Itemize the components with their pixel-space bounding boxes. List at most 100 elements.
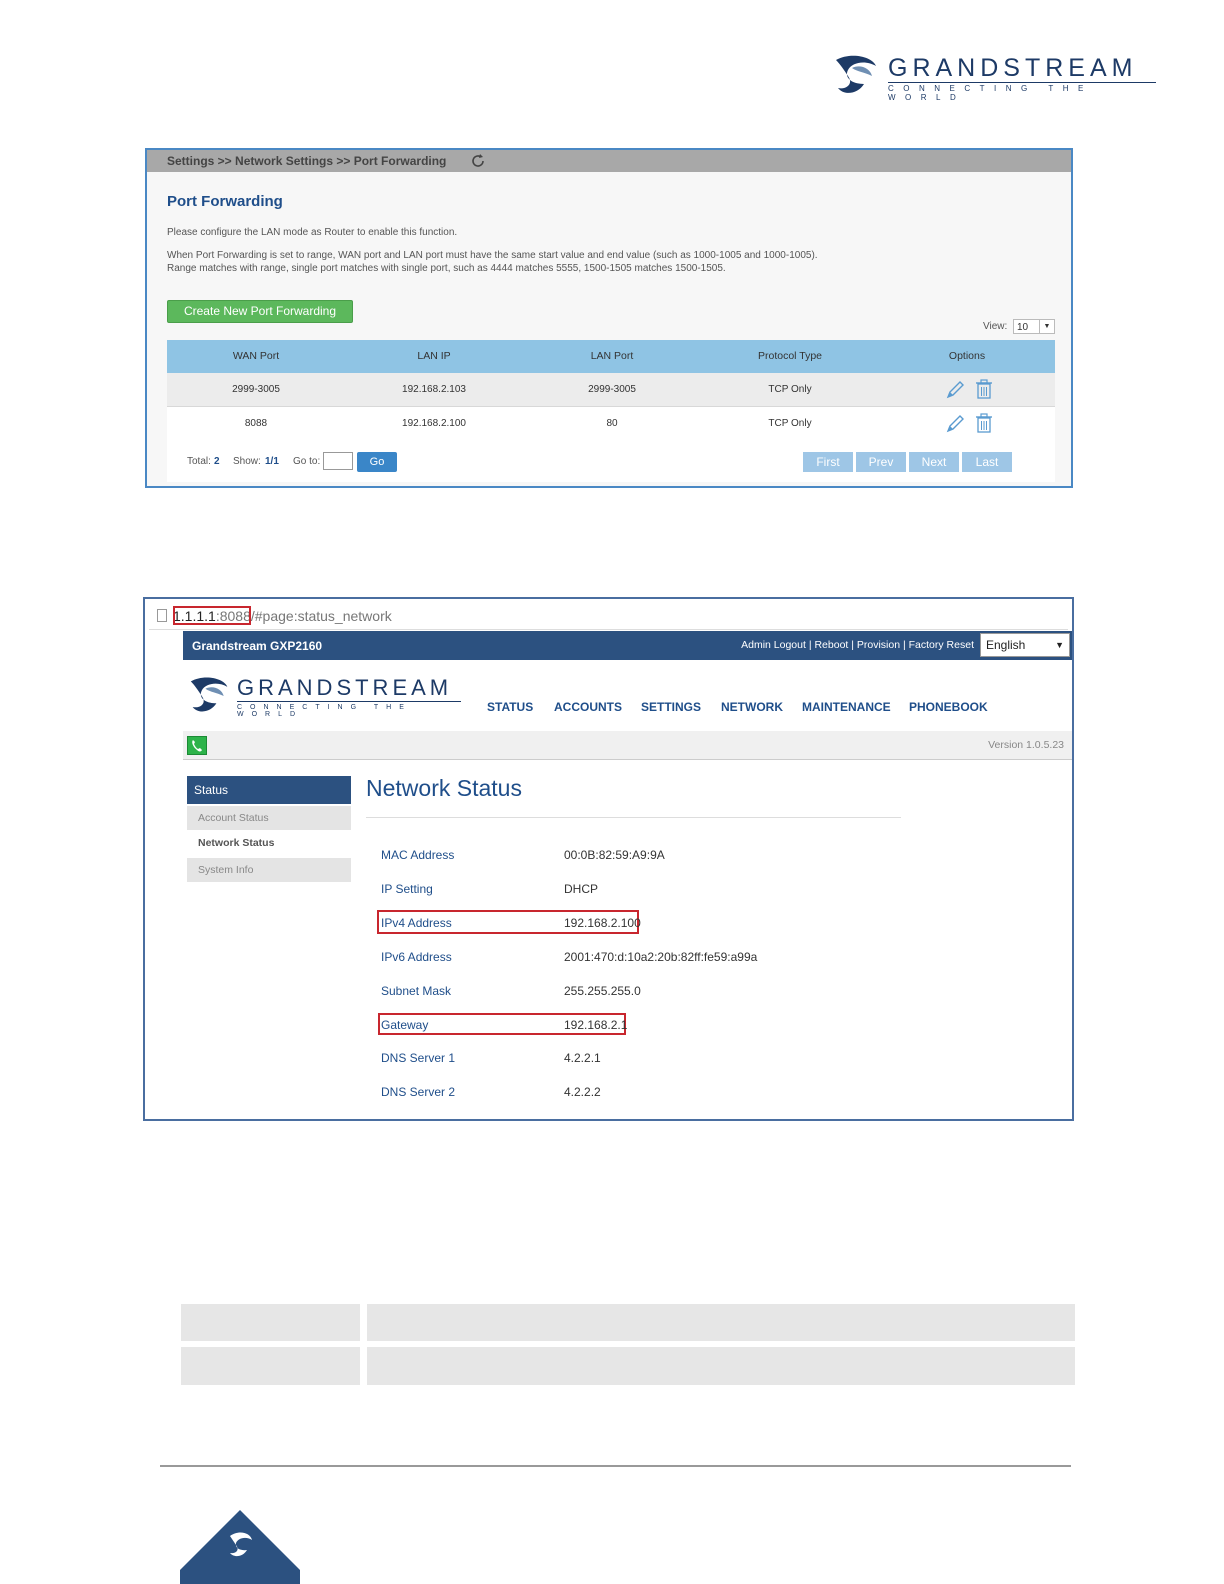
nav-network[interactable]: NETWORK (721, 700, 783, 714)
table-row: 2999-3005 192.168.2.103 2999-3005 TCP On… (167, 373, 1055, 407)
table-cell-placeholder (367, 1304, 1075, 1341)
sidebar-item-network-status[interactable]: Network Status (187, 831, 351, 855)
network-status-window: 1.1.1.1:8088/#page:status_network Grands… (143, 597, 1074, 1121)
dns-server-1-value: 4.2.2.1 (564, 1051, 601, 1065)
next-page-button[interactable]: Next (909, 452, 959, 472)
prev-page-button[interactable]: Prev (856, 452, 906, 472)
column-header-options: Options (948, 350, 986, 362)
top-links[interactable]: Admin Logout | Reboot | Provision | Fact… (741, 639, 974, 651)
table-header: WAN Port LAN IP LAN Port Protocol Type O… (167, 340, 1055, 373)
show-value: 1/1 (265, 456, 279, 467)
language-select[interactable]: English ▼ (980, 633, 1070, 657)
grandstream-logo-icon (190, 677, 228, 712)
grandstream-logo: GRANDSTREAM CONNECTING THE WORLD (836, 52, 1160, 102)
port-forwarding-panel: Settings >> Network Settings >> Port For… (145, 148, 1073, 488)
edit-icon[interactable] (945, 380, 965, 400)
logo-word: GRANDSTREAM (237, 675, 453, 700)
address-bar[interactable]: 1.1.1.1:8088/#page:status_network (149, 603, 1068, 630)
table-cell-placeholder (367, 1347, 1075, 1385)
subnet-mask-value: 255.255.255.0 (564, 984, 641, 998)
divider (366, 817, 901, 818)
nav-status[interactable]: STATUS (487, 700, 533, 714)
ip-setting-label: IP Setting (381, 882, 433, 896)
nav-maintenance[interactable]: MAINTENANCE (802, 700, 891, 714)
table-cell-placeholder (181, 1347, 360, 1385)
status-strip: Version 1.0.5.23 (183, 731, 1072, 760)
grandstream-logo-icon (836, 55, 876, 93)
logo-underline (888, 82, 1156, 83)
address-highlight-box (173, 606, 251, 625)
nav-accounts[interactable]: ACCOUNTS (554, 700, 622, 714)
create-port-forwarding-button[interactable]: Create New Port Forwarding (167, 300, 353, 323)
trash-icon[interactable] (975, 379, 993, 399)
logo-tagline: CONNECTING THE WORLD (888, 84, 1093, 102)
footer-logo-icon (180, 1510, 300, 1584)
table-footer: Total: 2 Show: 1/1 Go to: Go First Prev … (167, 440, 1055, 482)
trash-icon[interactable] (975, 413, 993, 433)
edit-icon[interactable] (945, 414, 965, 434)
logo-tagline: CONNECTING THE WORLD (237, 704, 412, 718)
page-icon (157, 609, 167, 622)
logo-underline (237, 701, 461, 702)
protocol-cell: TCP Only (768, 384, 812, 395)
port-forwarding-table: WAN Port LAN IP LAN Port Protocol Type O… (167, 340, 1055, 441)
nav-phonebook[interactable]: PHONEBOOK (909, 700, 988, 714)
gateway-value: 192.168.2.1 (564, 1018, 628, 1032)
view-select-value: 10 (1017, 322, 1029, 333)
total-value: 2 (214, 456, 220, 467)
lan-ip-cell: 192.168.2.103 (402, 384, 466, 395)
sidebar-item-account-status[interactable]: Account Status (187, 806, 351, 830)
sidebar-head-status[interactable]: Status (187, 776, 351, 804)
first-page-button[interactable]: First (803, 452, 853, 472)
lan-port-cell: 80 (606, 418, 618, 429)
ipv4-address-label: IPv4 Address (381, 916, 452, 930)
ipv6-address-label: IPv6 Address (381, 950, 452, 964)
lan-ip-cell: 192.168.2.100 (402, 418, 466, 429)
protocol-cell: TCP Only (768, 418, 812, 429)
page-title: Network Status (366, 775, 522, 801)
goto-label: Go to: (293, 456, 321, 467)
lan-port-cell: 2999-3005 (588, 384, 636, 395)
dns-server-2-label: DNS Server 2 (381, 1085, 456, 1099)
refresh-icon[interactable] (470, 153, 486, 169)
firmware-version: Version 1.0.5.23 (988, 739, 1064, 751)
total-label: Total: (187, 456, 211, 467)
table-row: 8088 192.168.2.100 80 TCP Only (167, 407, 1055, 441)
mac-address-label: MAC Address (381, 848, 455, 862)
grandstream-logo: GRANDSTREAM CONNECTING THE WORLD (189, 675, 469, 721)
show-label: Show: (233, 456, 261, 467)
sidebar-item-system-info[interactable]: System Info (187, 858, 351, 882)
column-header-wan-port: WAN Port (232, 350, 280, 362)
mac-address-value: 00:0B:82:59:A9:9A (564, 848, 665, 862)
device-brand: Grandstream GXP2160 (192, 639, 323, 653)
ip-setting-value: DHCP (564, 882, 599, 896)
view-select[interactable]: 10 ▼ (1013, 319, 1055, 334)
breadcrumb-bar: Settings >> Network Settings >> Port For… (147, 150, 1071, 172)
column-header-lan-ip: LAN IP (417, 350, 451, 362)
page-title: Port Forwarding (167, 193, 283, 210)
goto-page-input[interactable] (323, 452, 353, 470)
top-bar: Grandstream GXP2160 Admin Logout | Reboo… (183, 631, 1072, 660)
gateway-label: Gateway (381, 1018, 429, 1032)
wan-port-cell: 8088 (244, 418, 268, 429)
table-cell-placeholder (181, 1304, 360, 1341)
dns-server-2-value: 4.2.2.2 (564, 1085, 601, 1099)
column-header-lan-port: LAN Port (590, 350, 634, 362)
wan-port-cell: 2999-3005 (232, 384, 280, 395)
chevron-down-icon: ▼ (1055, 640, 1064, 650)
address-path: /#page:status_network (250, 608, 392, 624)
phone-icon[interactable] (187, 736, 207, 755)
nav-settings[interactable]: SETTINGS (641, 700, 701, 714)
logo-word: GRANDSTREAM (888, 54, 1138, 82)
go-button[interactable]: Go (357, 452, 397, 472)
ipv4-address-value: 192.168.2.100 (564, 916, 641, 930)
dns-server-1-label: DNS Server 1 (381, 1051, 456, 1065)
chevron-down-icon: ▼ (1039, 320, 1054, 333)
lan-mode-note: Please configure the LAN mode as Router … (167, 227, 458, 238)
column-header-protocol-type: Protocol Type (757, 350, 822, 362)
last-page-button[interactable]: Last (962, 452, 1012, 472)
subnet-mask-label: Subnet Mask (381, 984, 452, 998)
range-note-2: Range matches with range, single port ma… (167, 263, 726, 274)
footer-divider (160, 1465, 1071, 1467)
view-label: View: (983, 321, 1008, 332)
